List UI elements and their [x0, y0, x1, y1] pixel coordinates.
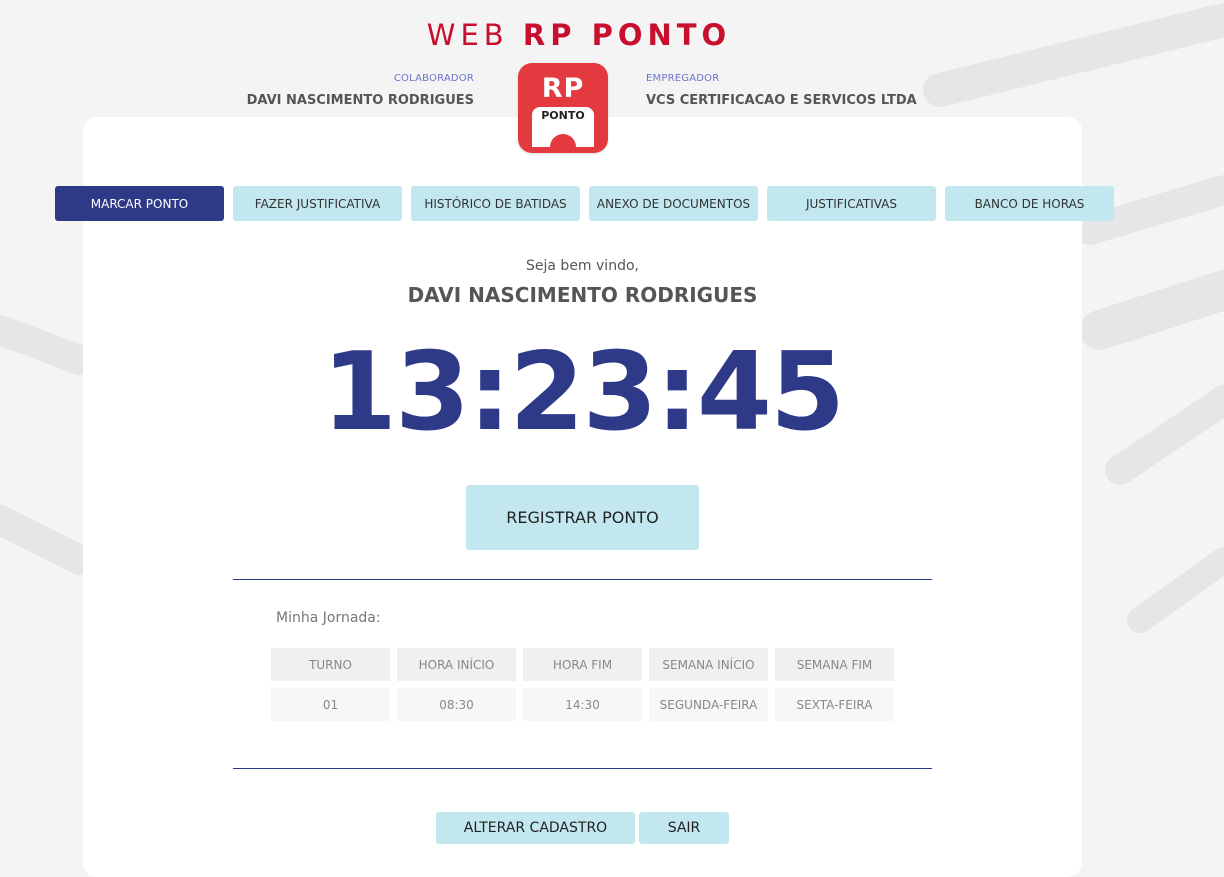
colaborador-info: COLABORADOR DAVI NASCIMENTO RODRIGUES — [247, 73, 474, 108]
user-name: DAVI NASCIMENTO RODRIGUES — [407, 283, 758, 307]
cell-semana-inicio: SEGUNDA-FEIRA — [649, 688, 768, 721]
cell-hora-fim: 14:30 — [523, 688, 642, 721]
tab-anexo-de-documentos[interactable]: ANEXO DE DOCUMENTOS — [589, 186, 758, 221]
sair-button[interactable]: SAIR — [639, 812, 729, 844]
cell-turno: 01 — [271, 688, 390, 721]
logo-dome — [550, 134, 576, 147]
empregador-name: VCS CERTIFICACAO E SERVICOS LTDA — [646, 93, 917, 108]
divider-top — [233, 579, 932, 580]
divider-bottom — [233, 768, 932, 769]
rp-ponto-logo: RP PONTO — [518, 63, 608, 153]
logo-rp-text: RP — [541, 73, 585, 104]
jornada-table: TURNO HORA INÍCIO HORA FIM SEMANA INÍCIO… — [271, 648, 901, 728]
jornada-label: Minha Jornada: — [276, 610, 381, 626]
empregador-info: EMPREGADOR VCS CERTIFICACAO E SERVICOS L… — [646, 73, 917, 108]
table-header-row: TURNO HORA INÍCIO HORA FIM SEMANA INÍCIO… — [271, 648, 901, 681]
header-hora-fim: HORA FIM — [523, 648, 642, 681]
alterar-cadastro-button[interactable]: ALTERAR CADASTRO — [436, 812, 635, 844]
registrar-ponto-button[interactable]: REGISTRAR PONTO — [466, 485, 699, 550]
welcome-text: Seja bem vindo, — [526, 258, 639, 274]
header-turno: TURNO — [271, 648, 390, 681]
nav-tabs: MARCAR PONTO FAZER JUSTIFICATIVA HISTÓRI… — [55, 186, 1123, 221]
app-title-bold: RP PONTO — [522, 18, 732, 52]
colaborador-label: COLABORADOR — [393, 73, 474, 84]
tab-fazer-justificativa[interactable]: FAZER JUSTIFICATIVA — [233, 186, 402, 221]
header-semana-inicio: SEMANA INÍCIO — [649, 648, 768, 681]
tab-justificativas[interactable]: JUSTIFICATIVAS — [767, 186, 936, 221]
tab-marcar-ponto[interactable]: MARCAR PONTO — [55, 186, 224, 221]
app-title-light: WEB — [426, 18, 509, 52]
empregador-label: EMPREGADOR — [646, 73, 720, 84]
colaborador-name: DAVI NASCIMENTO RODRIGUES — [246, 93, 474, 108]
app-title: WEB RP PONTO — [0, 18, 1158, 52]
header-semana-fim: SEMANA FIM — [775, 648, 894, 681]
cell-hora-inicio: 08:30 — [397, 688, 516, 721]
cell-semana-fim: SEXTA-FEIRA — [775, 688, 894, 721]
tab-banco-de-horas[interactable]: BANCO DE HORAS — [945, 186, 1114, 221]
logo-ponto-text: PONTO — [541, 109, 585, 122]
clock-display: 13:23:45 — [321, 330, 845, 455]
header-hora-inicio: HORA INÍCIO — [397, 648, 516, 681]
logo-ponto-box: PONTO — [532, 107, 594, 147]
tab-historico-de-batidas[interactable]: HISTÓRICO DE BATIDAS — [411, 186, 580, 221]
table-row: 01 08:30 14:30 SEGUNDA-FEIRA SEXTA-FEIRA — [271, 688, 901, 721]
